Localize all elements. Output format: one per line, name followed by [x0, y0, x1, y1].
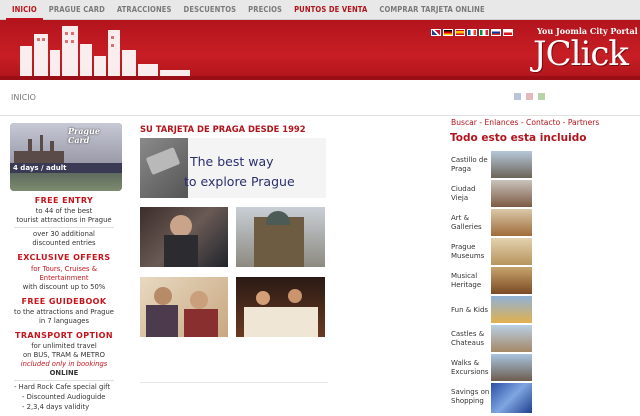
photo-cafe-couple[interactable]: [140, 277, 228, 337]
thumb-art[interactable]: [491, 209, 532, 236]
free-entry-line4: discounted entries: [32, 239, 96, 247]
exclusive-line3: with discount up to 50%: [22, 283, 106, 291]
exclusive-offers-heading: EXCLUSIVE OFFERS: [17, 253, 111, 262]
flag-es-icon[interactable]: [455, 29, 465, 36]
included-item-art[interactable]: Art & Galleries: [451, 214, 491, 232]
utility-links[interactable]: Buscar - Enlances - Contacto - Partners: [451, 118, 599, 127]
top-navigation: INICIO PRAGUE CARD ATRACCIONES DESCUENTO…: [0, 0, 640, 20]
guidebook-line1: to the attractions and Prague: [14, 308, 114, 316]
nav-item-puntos-de-venta[interactable]: PUNTOS DE VENTA: [288, 0, 373, 20]
flag-cz-icon[interactable]: [503, 29, 513, 36]
nav-item-precios[interactable]: PRECIOS: [242, 0, 288, 20]
included-item-shopping[interactable]: Savings on Shopping: [451, 388, 491, 406]
guidebook-line2: in 7 languages: [38, 317, 90, 325]
transport-line1: for unlimited travel: [31, 342, 97, 350]
thumb-musical[interactable]: [491, 267, 532, 294]
included-item-musical[interactable]: Musical Heritage: [451, 272, 491, 290]
exclusive-line1: for Tours, Cruises &: [30, 265, 98, 273]
hero-line1: The best way: [190, 154, 274, 169]
nav-item-comprar-online[interactable]: COMPRAR TARJETA ONLINE: [373, 0, 490, 20]
extra-line2: - Discounted Audioguide: [22, 393, 106, 401]
photo-municipal-house[interactable]: [236, 207, 325, 267]
transport-line3: included only in bookings: [20, 360, 108, 368]
thumb-shopping[interactable]: [491, 383, 532, 413]
included-item-castles[interactable]: Castles & Chateaus: [451, 330, 491, 348]
thumb-fun-kids[interactable]: [491, 296, 532, 323]
free-guidebook-heading: FREE GUIDEBOOK: [21, 297, 107, 306]
included-item-walks[interactable]: Walks & Excursions: [451, 359, 491, 377]
nav-item-descuentos[interactable]: DESCUENTOS: [178, 0, 243, 20]
included-item-fun-kids[interactable]: Fun & Kids: [451, 306, 491, 315]
card-days-label: 4 days / adult: [10, 163, 122, 173]
style-switch-blue-icon[interactable]: [514, 93, 521, 100]
free-entry-line2: tourist attractions in Prague: [16, 216, 112, 224]
nav-item-atracciones[interactable]: ATRACCIONES: [111, 0, 178, 20]
thumb-ciudad-vieja[interactable]: [491, 180, 532, 207]
style-switch-red-icon[interactable]: [526, 93, 533, 100]
photo-metro-woman[interactable]: [140, 207, 228, 267]
prague-card-image[interactable]: Prague Card 4 days / adult: [10, 123, 122, 191]
included-item-museums[interactable]: Prague Museums: [451, 243, 491, 261]
included-title: Todo esto esta incluido: [450, 132, 587, 144]
flag-uk-icon[interactable]: [431, 29, 441, 36]
nav-item-prague-card[interactable]: PRAGUE CARD: [43, 0, 111, 20]
breadcrumb[interactable]: INICIO: [11, 93, 36, 102]
thumb-museums[interactable]: [491, 238, 532, 265]
photo-dinner-party[interactable]: [236, 277, 325, 337]
thumb-castles[interactable]: [491, 325, 532, 352]
included-item-castillo[interactable]: Castillo de Praga: [451, 156, 491, 174]
thumb-walks[interactable]: [491, 354, 532, 381]
transport-line2: on BUS, TRAM & METRO: [22, 351, 106, 359]
free-entry-heading: FREE ENTRY: [34, 196, 94, 205]
transport-line4: ONLINE: [49, 369, 79, 377]
card-title-line2: Card: [68, 135, 90, 145]
divider: [14, 380, 114, 381]
included-item-ciudad-vieja[interactable]: Ciudad Vieja: [451, 185, 491, 203]
language-flags: [431, 29, 513, 36]
extra-line3: - 2,3,4 days validity: [22, 403, 90, 411]
divider: [14, 227, 114, 228]
flag-fr-icon[interactable]: [467, 29, 477, 36]
flag-ru-icon[interactable]: [491, 29, 501, 36]
transport-option-heading: TRANSPORT OPTION: [15, 331, 113, 340]
header-banner: You Joomla City Portal JClick: [0, 20, 640, 80]
exclusive-line2: Entertainment: [39, 274, 89, 282]
site-logo[interactable]: JClick: [533, 34, 629, 74]
center-title: SU TARJETA DE PRAGA DESDE 1992: [140, 124, 306, 134]
free-entry-line3: over 30 additional: [33, 230, 95, 238]
free-entry-line1: to 44 of the best: [35, 207, 93, 215]
thumb-castillo[interactable]: [491, 151, 532, 178]
style-switch-green-icon[interactable]: [538, 93, 545, 100]
extra-line1: - Hard Rock Cafe special gift: [14, 383, 111, 391]
hero-banner[interactable]: The best way to explore Prague: [140, 138, 326, 198]
divider: [140, 382, 328, 383]
flag-it-icon[interactable]: [479, 29, 489, 36]
hero-line2: to explore Prague: [184, 174, 295, 189]
flag-de-icon[interactable]: [443, 29, 453, 36]
nav-item-inicio[interactable]: INICIO: [6, 0, 43, 20]
